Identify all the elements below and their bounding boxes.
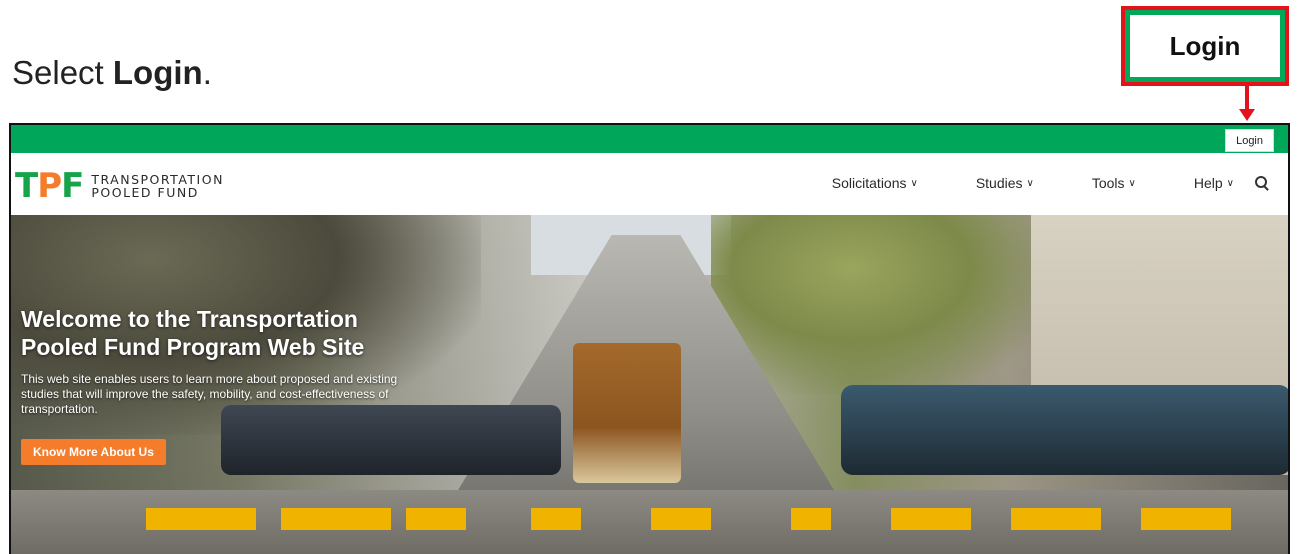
nav-menu: Solicitations ∨ Studies ∨ Tools ∨ Help ∨ (774, 175, 1270, 191)
crosswalk-stripe (531, 508, 581, 530)
crosswalk-stripe (146, 508, 256, 530)
nav-item-solicitations[interactable]: Solicitations ∨ (832, 175, 918, 191)
website-screenshot: Login TPF TRANSPORTATION POOLED FUND Sol… (9, 123, 1290, 554)
know-more-button[interactable]: Know More About Us (21, 439, 166, 465)
callout-login-label: Login (1130, 15, 1280, 77)
hero-banner: Welcome to the Transportation Pooled Fun… (11, 215, 1288, 554)
chevron-down-icon: ∨ (1128, 177, 1136, 189)
main-navbar: TPF TRANSPORTATION POOLED FUND Solicitat… (11, 153, 1288, 215)
instruction-text: Select Login. (12, 54, 212, 92)
crosswalk-stripe (891, 508, 971, 530)
logo-text: TRANSPORTATION POOLED FUND (91, 173, 224, 199)
chevron-down-icon: ∨ (1026, 177, 1034, 189)
nav-item-studies[interactable]: Studies ∨ (976, 175, 1034, 191)
hero-parked-cars-right (841, 385, 1288, 475)
search-icon[interactable] (1254, 175, 1270, 191)
crosswalk-stripe (281, 508, 391, 530)
hero-description: This web site enables users to learn mor… (21, 372, 398, 416)
crosswalk-stripe (651, 508, 711, 530)
crosswalk-stripe (406, 508, 466, 530)
login-button[interactable]: Login (1225, 129, 1274, 152)
instruction-suffix: . (202, 54, 212, 91)
top-bar: Login (11, 125, 1288, 153)
chevron-down-icon: ∨ (1226, 177, 1234, 189)
crosswalk-stripe (1011, 508, 1101, 530)
login-callout: Login (1121, 6, 1289, 86)
tpf-logo-mark: TPF (15, 166, 84, 206)
nav-item-help[interactable]: Help ∨ (1194, 175, 1234, 191)
hero-trees-right (711, 215, 1061, 395)
logo-line-2: POOLED FUND (91, 185, 199, 200)
hero-cable-car (573, 343, 681, 483)
nav-item-tools[interactable]: Tools ∨ (1092, 175, 1136, 191)
instruction-bold: Login (112, 54, 203, 91)
hero-title: Welcome to the Transportation Pooled Fun… (21, 306, 365, 360)
tpf-logo[interactable]: TPF TRANSPORTATION POOLED FUND (15, 169, 224, 203)
chevron-down-icon: ∨ (910, 177, 918, 189)
callout-arrow-down-icon (1239, 109, 1255, 121)
crosswalk-stripe (1141, 508, 1231, 530)
crosswalk-stripe (791, 508, 831, 530)
instruction-prefix: Select (12, 54, 113, 91)
